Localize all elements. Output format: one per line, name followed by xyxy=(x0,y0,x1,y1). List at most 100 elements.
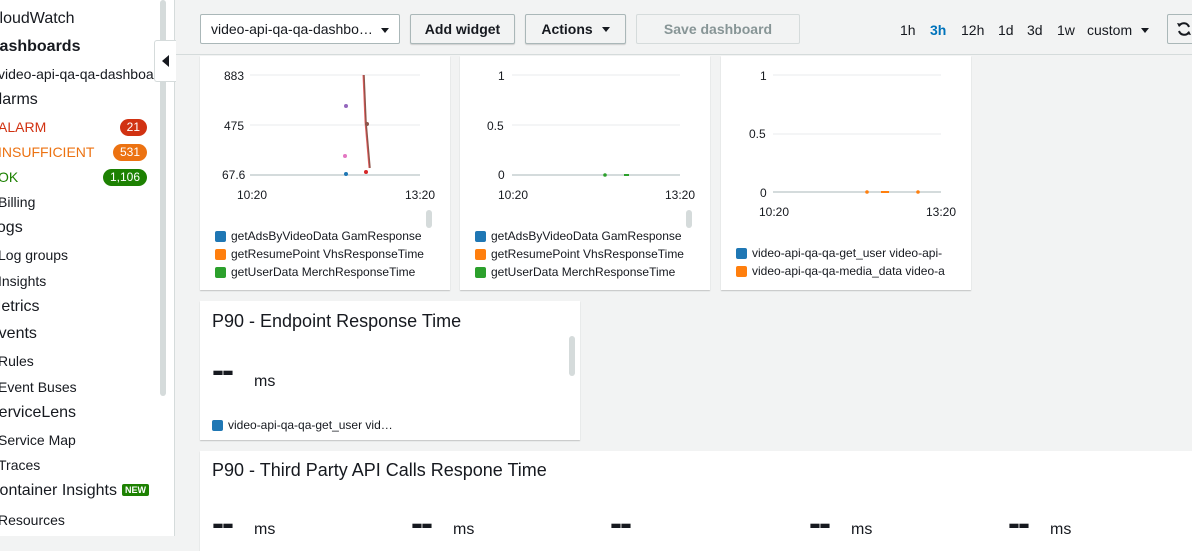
custom-label: custom xyxy=(1087,22,1133,38)
metric-widget-3[interactable]: 1 0.5 0 10:20 13:20 video-api-qa-qa-get_… xyxy=(721,56,971,290)
sidebar-item-dashboards[interactable]: Dashboards xyxy=(0,38,80,56)
refresh-icon xyxy=(1177,22,1191,36)
dashboard-select[interactable]: video-api-qa-qa-dashbo… xyxy=(200,14,400,44)
y-tick-label: 0.5 xyxy=(487,119,504,133)
ok-state-label: OK xyxy=(0,169,19,185)
data-point xyxy=(364,170,368,174)
sidebar-item-billing[interactable]: Billing xyxy=(0,194,35,210)
legend-label: getResumePoint VhsResponseTime xyxy=(491,247,684,261)
sidebar-item-events[interactable]: Events xyxy=(0,325,37,343)
legend-swatch xyxy=(475,230,486,242)
sidebar-item-log-groups[interactable]: Log groups xyxy=(0,247,68,263)
sidebar-item-metrics[interactable]: Metrics xyxy=(0,298,40,316)
alarm-state-label: ALARM xyxy=(0,119,47,135)
sidebar-item-rules[interactable]: Rules xyxy=(0,353,34,369)
y-tick-label: 883 xyxy=(224,69,245,83)
widget-title: P90 - Third Party API Calls Respone Time xyxy=(212,460,547,480)
legend-scrollbar[interactable] xyxy=(686,210,692,228)
legend-item[interactable]: getUserData MerchResponseTime xyxy=(215,265,415,279)
legend-swatch xyxy=(475,266,486,278)
x-tick-label: 10:20 xyxy=(237,188,268,202)
legend-label: getResumePoint VhsResponseTime xyxy=(231,247,424,261)
legend-item[interactable]: video-api-qa-qa-get_user vid… xyxy=(212,418,393,432)
dashboard-toolbar: video-api-qa-qa-dashbo… Add widget Actio… xyxy=(176,0,1192,55)
legend-swatch xyxy=(215,230,226,242)
new-badge: NEW xyxy=(121,484,149,496)
legend-swatch xyxy=(736,265,747,277)
caret-down-icon xyxy=(601,26,610,32)
x-tick-label: 13:20 xyxy=(665,188,696,202)
legend-item[interactable]: getResumePoint VhsResponseTime xyxy=(215,247,424,261)
legend-scrollbar[interactable] xyxy=(426,210,432,228)
y-tick-label: 1 xyxy=(760,69,767,83)
time-range-3h[interactable]: 3h xyxy=(930,22,946,38)
metric-value: -- xyxy=(411,502,433,543)
legend-swatch xyxy=(215,248,226,260)
sidebar-item-resources[interactable]: Resources xyxy=(0,512,65,528)
sidebar-item-alarm[interactable]: ALARM 21 xyxy=(0,119,147,137)
metric-unit: ms xyxy=(254,521,276,538)
time-range-1h[interactable]: 1h xyxy=(900,22,916,38)
legend-item[interactable]: video-api-qa-qa-media_data video-a xyxy=(736,264,945,278)
sidebar-item-event-buses[interactable]: Event Buses xyxy=(0,379,77,395)
sidebar-item-logs[interactable]: Logs xyxy=(0,219,23,237)
legend-label: getUserData MerchResponseTime xyxy=(231,265,416,279)
y-tick-label: 475 xyxy=(224,119,245,133)
metric-unit: ms xyxy=(1050,521,1072,538)
ok-count-badge: 1,106 xyxy=(102,169,147,186)
p90-third-party-widget[interactable]: P90 - Third Party API Calls Respone Time… xyxy=(200,451,1192,551)
app-title[interactable]: CloudWatch xyxy=(0,10,75,28)
sidebar-nav: CloudWatch Dashboards video-api-qa-qa-da… xyxy=(0,0,175,536)
data-point xyxy=(343,154,347,158)
actions-label: Actions xyxy=(541,21,593,37)
add-widget-button[interactable]: Add widget xyxy=(410,14,515,44)
refresh-button[interactable] xyxy=(1167,14,1192,44)
legend-item[interactable]: getAdsByVideoData GamResponse xyxy=(475,229,682,243)
time-range-3d[interactable]: 3d xyxy=(1027,22,1043,38)
legend-item[interactable]: getResumePoint VhsResponseTime xyxy=(475,247,684,261)
caret-down-icon xyxy=(1141,28,1150,33)
time-range-custom[interactable]: custom xyxy=(1087,22,1150,38)
alarm-count-badge: 21 xyxy=(119,119,147,136)
y-tick-label: 67.6 xyxy=(222,168,246,182)
x-tick-label: 13:20 xyxy=(405,188,436,202)
insufficient-count-badge: 531 xyxy=(112,144,147,161)
metric-value: -- xyxy=(212,502,234,543)
data-point xyxy=(365,122,369,126)
sidebar-item-service-map[interactable]: Service Map xyxy=(0,432,76,448)
legend-item[interactable]: getAdsByVideoData GamResponse xyxy=(215,229,422,243)
sidebar-item-insufficient[interactable]: INSUFFICIENT 531 xyxy=(0,144,147,162)
metric-widget-1[interactable]: 883 475 67.6 10:20 13:20 getAdsByVideoDa… xyxy=(200,56,450,290)
legend-item[interactable]: getUserData MerchResponseTime xyxy=(475,265,675,279)
sidebar-item-current-dashboard[interactable]: video-api-qa-qa-dashboard xyxy=(0,66,166,82)
actions-button[interactable]: Actions xyxy=(525,14,626,44)
y-tick-label: 0.5 xyxy=(749,127,766,141)
p90-endpoint-widget[interactable]: P90 - Endpoint Response Time -- ms video… xyxy=(200,301,580,440)
sidebar-item-servicelens[interactable]: ServiceLens xyxy=(0,404,76,422)
time-range-12h[interactable]: 12h xyxy=(961,22,984,38)
sidebar-item-insights[interactable]: Insights xyxy=(0,273,46,289)
sidebar-item-traces[interactable]: Traces xyxy=(0,457,40,473)
legend-item[interactable]: video-api-qa-qa-get_user video-api- xyxy=(736,246,942,260)
data-point xyxy=(865,190,869,194)
insufficient-state-label: INSUFFICIENT xyxy=(0,144,95,160)
widget-title: P90 - Endpoint Response Time xyxy=(212,311,462,331)
time-range-1d[interactable]: 1d xyxy=(998,22,1014,38)
sidebar-item-alarms[interactable]: Alarms xyxy=(0,91,38,109)
legend-label: getUserData MerchResponseTime xyxy=(491,265,676,279)
metric-widget-2[interactable]: 1 0.5 0 10:20 13:20 getAdsByVideoData Ga… xyxy=(460,56,710,290)
metric-value: -- xyxy=(212,349,234,390)
legend-swatch xyxy=(736,247,747,259)
legend-swatch xyxy=(215,266,226,278)
sidebar-item-container-insights[interactable]: Container Insights NEW xyxy=(0,482,149,500)
collapse-sidebar-button[interactable] xyxy=(154,40,176,82)
sidebar-item-ok[interactable]: OK 1,106 xyxy=(0,169,147,187)
metric-unit: ms xyxy=(453,521,475,538)
legend-swatch xyxy=(212,419,223,431)
widget-scrollbar[interactable] xyxy=(569,336,575,376)
save-dashboard-button[interactable]: Save dashboard xyxy=(636,14,800,44)
x-tick-label: 10:20 xyxy=(498,188,529,202)
dashboard-select-value: video-api-qa-qa-dashbo… xyxy=(211,21,373,37)
data-point xyxy=(344,172,348,176)
time-range-1w[interactable]: 1w xyxy=(1057,22,1075,38)
